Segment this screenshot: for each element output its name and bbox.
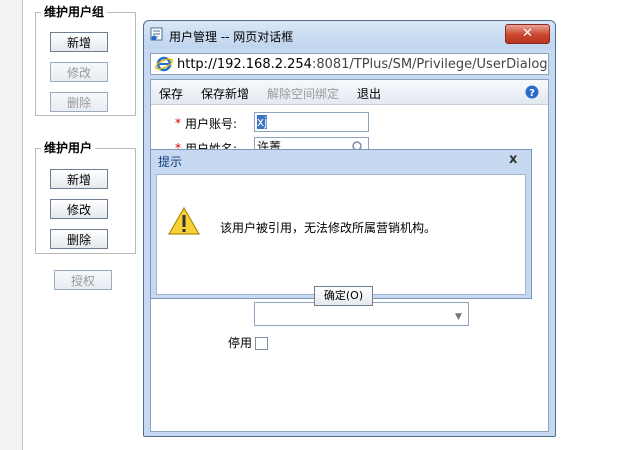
- add-group-button[interactable]: 新增: [50, 32, 108, 52]
- page-icon: [150, 27, 164, 41]
- disable-label: 停用: [228, 336, 253, 350]
- exit-button[interactable]: 退出: [357, 85, 381, 102]
- dialog-title: 用户管理 -- 网页对话框: [169, 30, 294, 44]
- alert-body: 该用户被引用，无法修改所属营销机构。 确定(O): [156, 174, 526, 306]
- delete-user-button[interactable]: 删除: [50, 229, 108, 249]
- svg-text:?: ?: [529, 88, 535, 99]
- edit-user-button[interactable]: 修改: [50, 199, 108, 219]
- alert-dialog: 提示 x 该用户被引用，无法修改所属营销机构。 确定(O): [150, 149, 532, 306]
- dialog-toolbar: 保存 保存新增 解除空间绑定 退出 ?: [151, 80, 548, 105]
- warning-icon: [167, 206, 201, 235]
- dialog-close-button[interactable]: ✕: [505, 24, 550, 44]
- alert-title: 提示: [158, 155, 183, 169]
- url-text: http://192.168.2.254:8081/TPlus/SM/Privi…: [177, 57, 547, 72]
- account-input[interactable]: xj: [254, 112, 369, 132]
- chevron-down-icon: ▼: [455, 312, 462, 322]
- authorize-button[interactable]: 授权: [54, 270, 112, 290]
- alert-message: 该用户被引用，无法修改所属营销机构。: [220, 221, 437, 235]
- left-background-panel: [0, 0, 23, 450]
- alert-close-button[interactable]: x: [509, 152, 517, 167]
- help-icon[interactable]: ?: [525, 85, 539, 99]
- edit-group-button[interactable]: 修改: [50, 62, 108, 82]
- unbind-space-button[interactable]: 解除空间绑定: [267, 85, 339, 102]
- dialog-titlebar[interactable]: 用户管理 -- 网页对话框 ✕: [144, 21, 555, 49]
- save-and-new-button[interactable]: 保存新增: [201, 85, 249, 102]
- save-button[interactable]: 保存: [159, 85, 183, 102]
- ie-icon: [155, 56, 173, 72]
- required-mark: *: [175, 116, 181, 130]
- account-label: 用户账号:: [185, 117, 238, 131]
- ok-button[interactable]: 确定(O): [314, 286, 373, 306]
- add-user-button[interactable]: 新增: [50, 169, 108, 189]
- user-group-title: 维护用户组: [41, 3, 108, 20]
- address-bar[interactable]: http://192.168.2.254:8081/TPlus/SM/Privi…: [150, 53, 549, 75]
- delete-group-button[interactable]: 删除: [50, 92, 108, 112]
- user-title: 维护用户: [41, 139, 96, 156]
- disable-checkbox[interactable]: [255, 337, 268, 350]
